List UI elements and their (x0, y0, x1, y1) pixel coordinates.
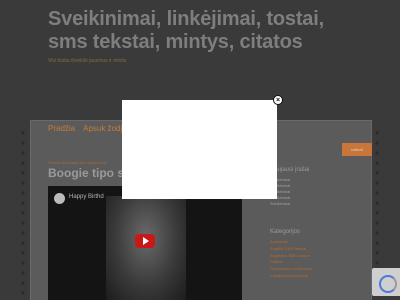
recaptcha-icon[interactable] (372, 268, 400, 296)
close-icon[interactable]: × (273, 95, 283, 105)
popup-modal (122, 100, 277, 199)
